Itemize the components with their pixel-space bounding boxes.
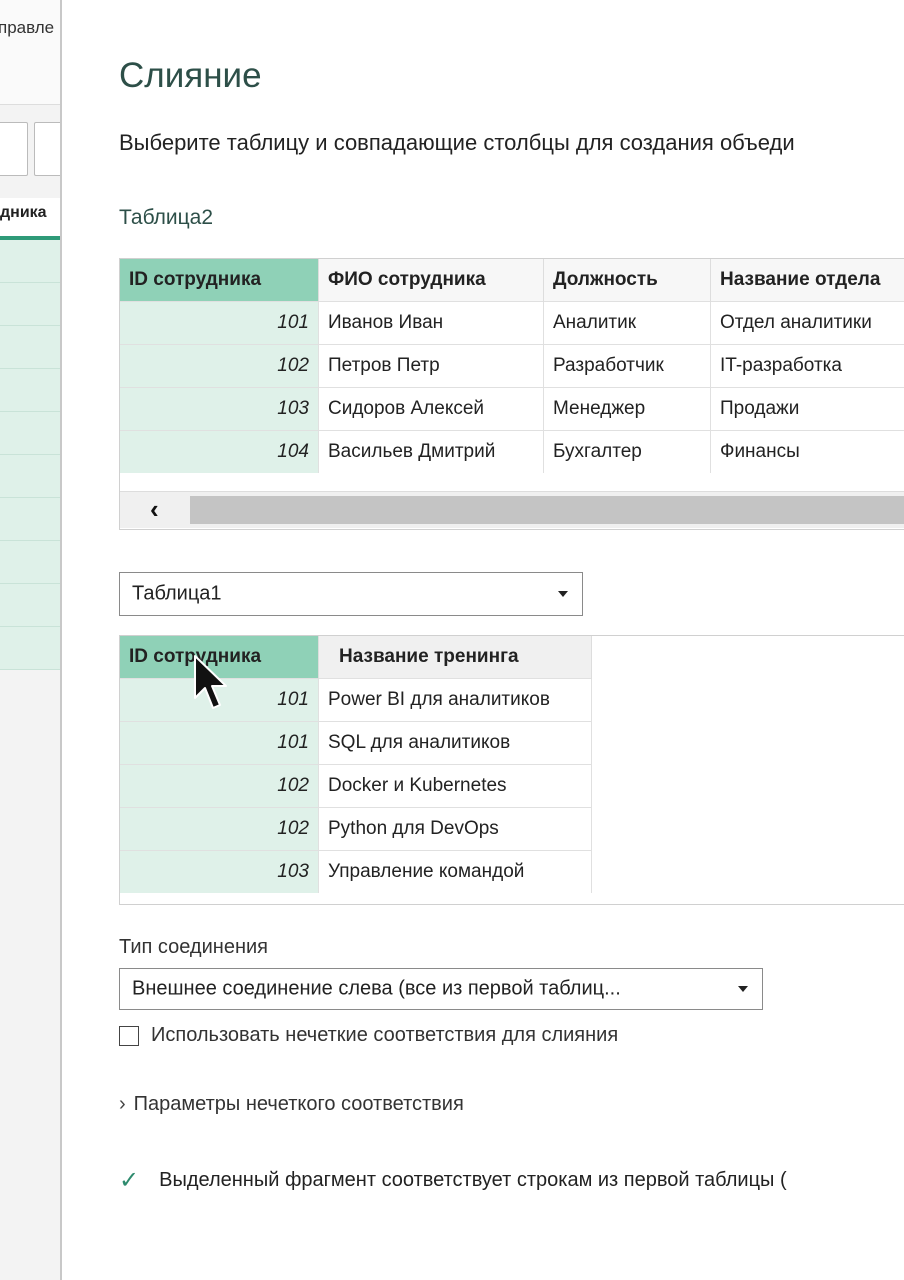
match-status-text: Выделенный фрагмент соответствует строка… bbox=[159, 1169, 787, 1191]
background-button[interactable] bbox=[34, 122, 62, 176]
id-cell[interactable]: 102 bbox=[120, 764, 319, 808]
table-row[interactable]: 101 SQL для аналитиков bbox=[120, 721, 592, 765]
id-cell[interactable]: 101 bbox=[120, 721, 319, 765]
table-row[interactable]: 104 Васильев Дмитрий Бухгалтер Финансы bbox=[120, 430, 904, 473]
column-header-id[interactable]: ID сотрудника bbox=[120, 259, 319, 302]
background-button[interactable] bbox=[0, 122, 28, 176]
fuzzy-match-label[interactable]: Использовать нечеткие соответствия для с… bbox=[151, 1024, 618, 1047]
checkmark-icon: ✓ bbox=[119, 1167, 140, 1194]
training-cell[interactable]: Power BI для аналитиков bbox=[318, 678, 592, 722]
table1-preview-grid: ID сотрудника Название тренинга 101 Powe… bbox=[119, 635, 904, 905]
table-row[interactable]: 103 Управление командой bbox=[120, 850, 592, 893]
dialog-title: Слияние bbox=[119, 56, 262, 95]
background-ribbon bbox=[0, 0, 62, 105]
background-column-cells bbox=[0, 240, 62, 670]
column-header-name[interactable]: ФИО сотрудника bbox=[318, 259, 544, 302]
chevron-down-icon bbox=[558, 591, 568, 597]
position-cell[interactable]: Бухгалтер bbox=[543, 430, 711, 473]
column-header-department[interactable]: Название отдела bbox=[710, 259, 904, 302]
training-cell[interactable]: SQL для аналитиков bbox=[318, 721, 592, 765]
column-header-position[interactable]: Должность bbox=[543, 259, 711, 302]
position-cell[interactable]: Аналитик bbox=[543, 301, 711, 345]
id-cell[interactable]: 101 bbox=[120, 678, 319, 722]
horizontal-scrollbar[interactable]: ‹ bbox=[120, 491, 904, 528]
table-select-dropdown[interactable]: Таблица1 bbox=[119, 572, 583, 616]
join-type-label: Тип соединения bbox=[119, 936, 268, 958]
background-app: правле дника bbox=[0, 0, 62, 1280]
department-cell[interactable]: Продажи bbox=[710, 387, 904, 431]
name-cell[interactable]: Сидоров Алексей bbox=[318, 387, 544, 431]
dialog-subtitle: Выберите таблицу и совпадающие столбцы д… bbox=[119, 130, 795, 155]
training-cell[interactable]: Python для DevOps bbox=[318, 807, 592, 851]
scrollbar-thumb[interactable] bbox=[190, 496, 904, 524]
table2-name: Таблица2 bbox=[119, 206, 214, 229]
training-cell[interactable]: Docker и Kubernetes bbox=[318, 764, 592, 808]
name-cell[interactable]: Иванов Иван bbox=[318, 301, 544, 345]
id-cell[interactable]: 102 bbox=[120, 344, 319, 388]
department-cell[interactable]: IT-разработка bbox=[710, 344, 904, 388]
chevron-right-icon: › bbox=[119, 1093, 126, 1115]
table-row[interactable]: 102 Docker и Kubernetes bbox=[120, 764, 592, 808]
table-row[interactable]: 102 Python для DevOps bbox=[120, 807, 592, 851]
department-cell[interactable]: Отдел аналитики bbox=[710, 301, 904, 345]
id-cell[interactable]: 103 bbox=[120, 850, 319, 893]
table-select-value: Таблица1 bbox=[132, 582, 222, 605]
id-cell[interactable]: 102 bbox=[120, 807, 319, 851]
fuzzy-params-label: Параметры нечеткого соответствия bbox=[133, 1093, 464, 1115]
join-type-dropdown[interactable]: Внешнее соединение слева (все из первой … bbox=[119, 968, 763, 1010]
merge-dialog: Слияние Выберите таблицу и совпадающие с… bbox=[60, 0, 904, 1280]
fuzzy-match-checkbox[interactable] bbox=[119, 1025, 139, 1046]
fuzzy-params-expander[interactable]: › Параметры нечеткого соответствия bbox=[119, 1093, 464, 1116]
name-cell[interactable]: Васильев Дмитрий bbox=[318, 430, 544, 473]
column-header-id[interactable]: ID сотрудника bbox=[120, 636, 319, 679]
id-cell[interactable]: 101 bbox=[120, 301, 319, 345]
match-status: ✓ Выделенный фрагмент соответствует стро… bbox=[119, 1166, 787, 1195]
column-header-training[interactable]: Название тренинга bbox=[318, 636, 592, 679]
table-row[interactable]: 101 Power BI для аналитиков bbox=[120, 678, 592, 722]
fuzzy-match-option[interactable]: Использовать нечеткие соответствия для с… bbox=[119, 1024, 618, 1047]
background-column-header[interactable]: дника bbox=[0, 198, 62, 241]
table2-preview-grid: ID сотрудника ФИО сотрудника Должность Н… bbox=[119, 258, 904, 530]
name-cell[interactable]: Петров Петр bbox=[318, 344, 544, 388]
position-cell[interactable]: Разработчик bbox=[543, 344, 711, 388]
id-cell[interactable]: 103 bbox=[120, 387, 319, 431]
chevron-down-icon bbox=[738, 986, 748, 992]
background-ribbon-text: правле bbox=[0, 18, 55, 37]
table-row[interactable]: 101 Иванов Иван Аналитик Отдел аналитики bbox=[120, 301, 904, 345]
scroll-left-icon[interactable]: ‹ bbox=[150, 494, 159, 525]
id-cell[interactable]: 104 bbox=[120, 430, 319, 473]
join-type-value: Внешнее соединение слева (все из первой … bbox=[132, 977, 621, 1000]
training-cell[interactable]: Управление командой bbox=[318, 850, 592, 893]
table-row[interactable]: 102 Петров Петр Разработчик IT-разработк… bbox=[120, 344, 904, 388]
department-cell[interactable]: Финансы bbox=[710, 430, 904, 473]
position-cell[interactable]: Менеджер bbox=[543, 387, 711, 431]
table-row[interactable]: 103 Сидоров Алексей Менеджер Продажи bbox=[120, 387, 904, 431]
